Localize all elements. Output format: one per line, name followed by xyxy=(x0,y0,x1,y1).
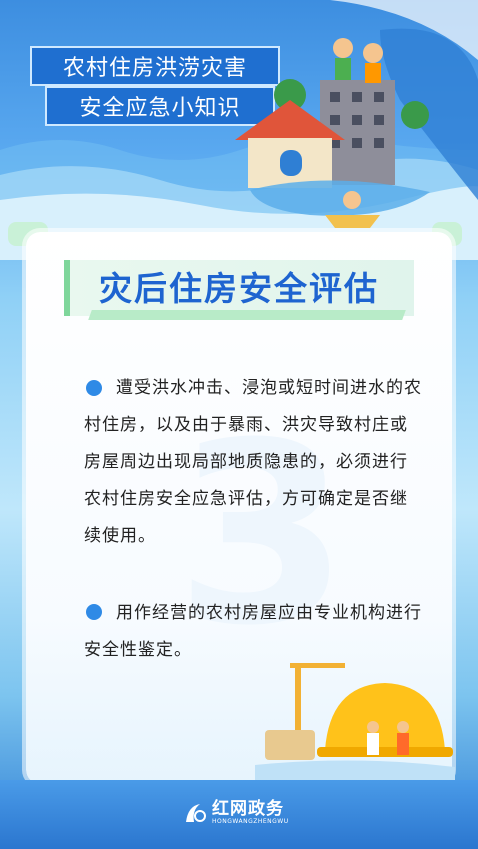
poster: 农村住房洪涝灾害 安全应急小知识 3 灾后住房安全评估 遭受洪水冲击、浸泡或短时… xyxy=(0,0,478,849)
paragraph-1: 遭受洪水冲击、浸泡或短时间进水的农村住房，以及由于暴雨、洪灾导致村庄或房屋周边出… xyxy=(84,378,422,546)
construction-helmet-illustration xyxy=(255,663,455,780)
logo-chinese-text: 红网政务 xyxy=(212,799,284,819)
brand-logo: 红网政务 HONGWANGZHENGWU xyxy=(182,800,289,826)
logo-english-text: HONGWANGZHENGWU xyxy=(212,818,289,825)
hongwang-logo-icon xyxy=(186,804,206,822)
flooded-house-illustration xyxy=(235,28,478,228)
section-heading: 灾后住房安全评估 xyxy=(99,269,379,308)
